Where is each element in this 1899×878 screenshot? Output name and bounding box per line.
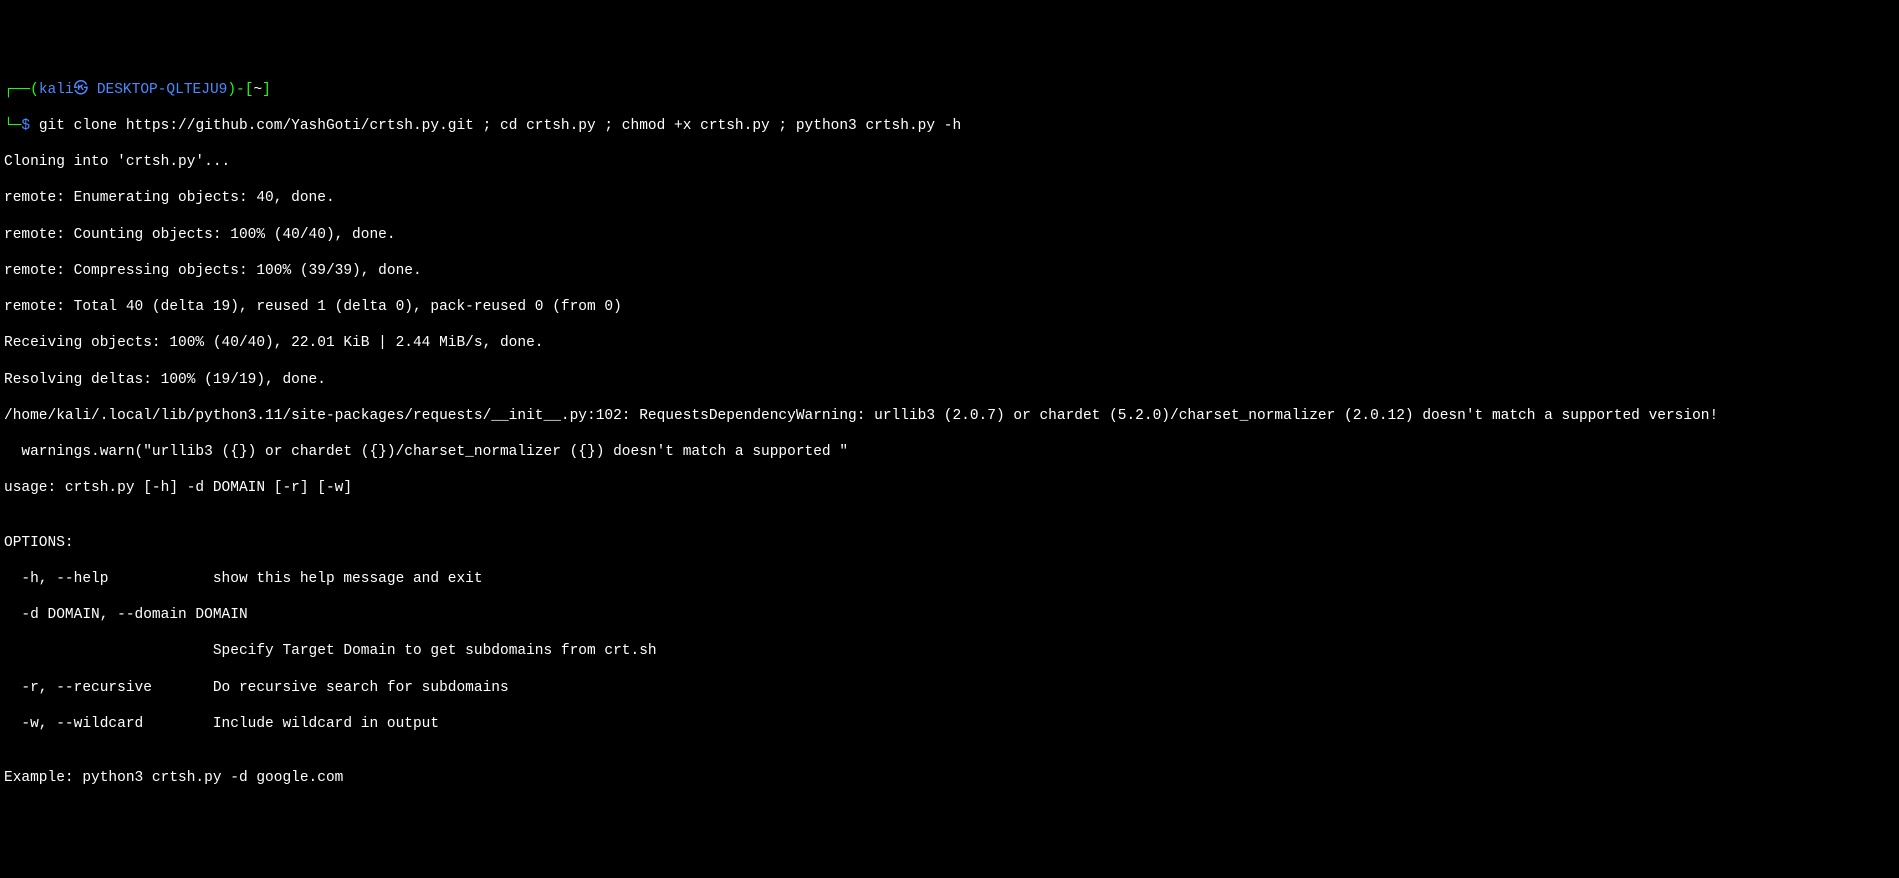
prompt-line-1: ┌──(kali㉿ DESKTOP-QLTEJU9)-[~] — [4, 81, 1895, 99]
output-line: remote: Compressing objects: 100% (39/39… — [4, 262, 1895, 280]
output-line: remote: Total 40 (delta 19), reused 1 (d… — [4, 298, 1895, 316]
output-line: -d DOMAIN, --domain DOMAIN — [4, 606, 1895, 624]
output-line: Resolving deltas: 100% (19/19), done. — [4, 371, 1895, 389]
output-line: warnings.warn("urllib3 ({}) or chardet (… — [4, 443, 1895, 461]
output-line: OPTIONS: — [4, 534, 1895, 552]
command-text: git clone https://github.com/YashGoti/cr… — [39, 118, 961, 134]
output-line: Specify Target Domain to get subdomains … — [4, 642, 1895, 660]
output-line: Cloning into 'crtsh.py'... — [4, 153, 1895, 171]
output-line: remote: Enumerating objects: 40, done. — [4, 189, 1895, 207]
output-line: -r, --recursive Do recursive search for … — [4, 679, 1895, 697]
output-line: Receiving objects: 100% (40/40), 22.01 K… — [4, 334, 1895, 352]
prompt-mid: )-[ — [227, 82, 253, 98]
prompt-cwd: ~ — [253, 82, 262, 98]
prompt-corner-bottom: └─ — [4, 118, 21, 134]
output-line: remote: Counting objects: 100% (40/40), … — [4, 226, 1895, 244]
output-line: Example: python3 crtsh.py -d google.com — [4, 769, 1895, 787]
prompt-right-bracket: ] — [262, 82, 271, 98]
prompt-corner-top: ┌──( — [4, 82, 39, 98]
prompt-dollar: $ — [21, 118, 38, 134]
output-line: -w, --wildcard Include wildcard in outpu… — [4, 715, 1895, 733]
output-line: -h, --help show this help message and ex… — [4, 570, 1895, 588]
prompt-line-2[interactable]: └─$ git clone https://github.com/YashGot… — [4, 117, 1895, 135]
output-line: /home/kali/.local/lib/python3.11/site-pa… — [4, 407, 1895, 425]
prompt-user-host: kali㉿ DESKTOP-QLTEJU9 — [39, 82, 228, 98]
output-line: usage: crtsh.py [-h] -d DOMAIN [-r] [-w] — [4, 479, 1895, 497]
